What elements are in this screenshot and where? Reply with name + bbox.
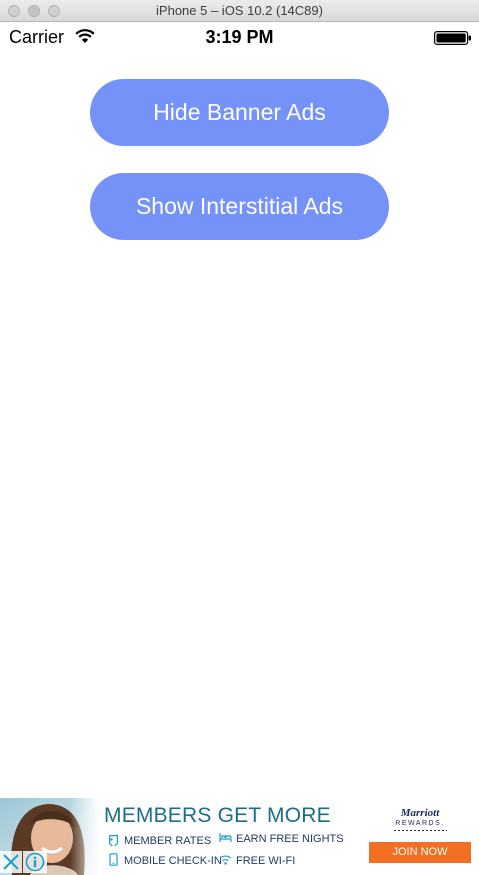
ad-feature-label: EARN FREE NIGHTS [236,833,344,845]
ad-headline: MEMBERS GET MORE [104,804,331,827]
ad-feature-earn-free-nights: EARN FREE NIGHTS [219,831,344,845]
battery-icon [434,31,471,45]
phone-icon [109,853,118,866]
marriott-logo: Marriott [400,807,440,819]
ad-feature-label: MOBILE CHECK-IN [124,855,222,867]
ad-feature-label: FREE WI-FI [236,855,296,867]
ad-feature-free-wifi: FREE WI-FI [219,853,295,867]
banner-ad[interactable]: MEMBERS GET MORE MEMBER RATES EARN FREE … [0,798,479,875]
tag-icon [109,835,118,846]
close-icon[interactable] [0,851,22,873]
join-now-button[interactable]: JOIN NOW [369,842,471,863]
ad-feature-member-rates: MEMBER RATES [107,833,211,847]
ios-status-bar: Carrier 3:19 PM [0,22,479,56]
logo-dots [393,829,447,832]
ad-feature-label: MEMBER RATES [124,835,212,847]
rewards-logo-text: REWARDS. [395,820,445,827]
simulator-window: iPhone 5 – iOS 10.2 (14C89) Carrier 3:19… [0,0,479,875]
window-titlebar: iPhone 5 – iOS 10.2 (14C89) [0,0,479,22]
ad-feature-mobile-check-in: MOBILE CHECK-IN [107,853,222,867]
info-icon[interactable] [23,851,47,873]
window-title: iPhone 5 – iOS 10.2 (14C89) [156,3,323,18]
status-time: 3:19 PM [205,27,274,47]
wifi-icon [219,855,232,865]
bed-icon [219,833,232,842]
hide-banner-ads-button[interactable]: Hide Banner Ads [90,79,389,146]
show-interstitial-ads-button[interactable]: Show Interstitial Ads [90,173,389,240]
